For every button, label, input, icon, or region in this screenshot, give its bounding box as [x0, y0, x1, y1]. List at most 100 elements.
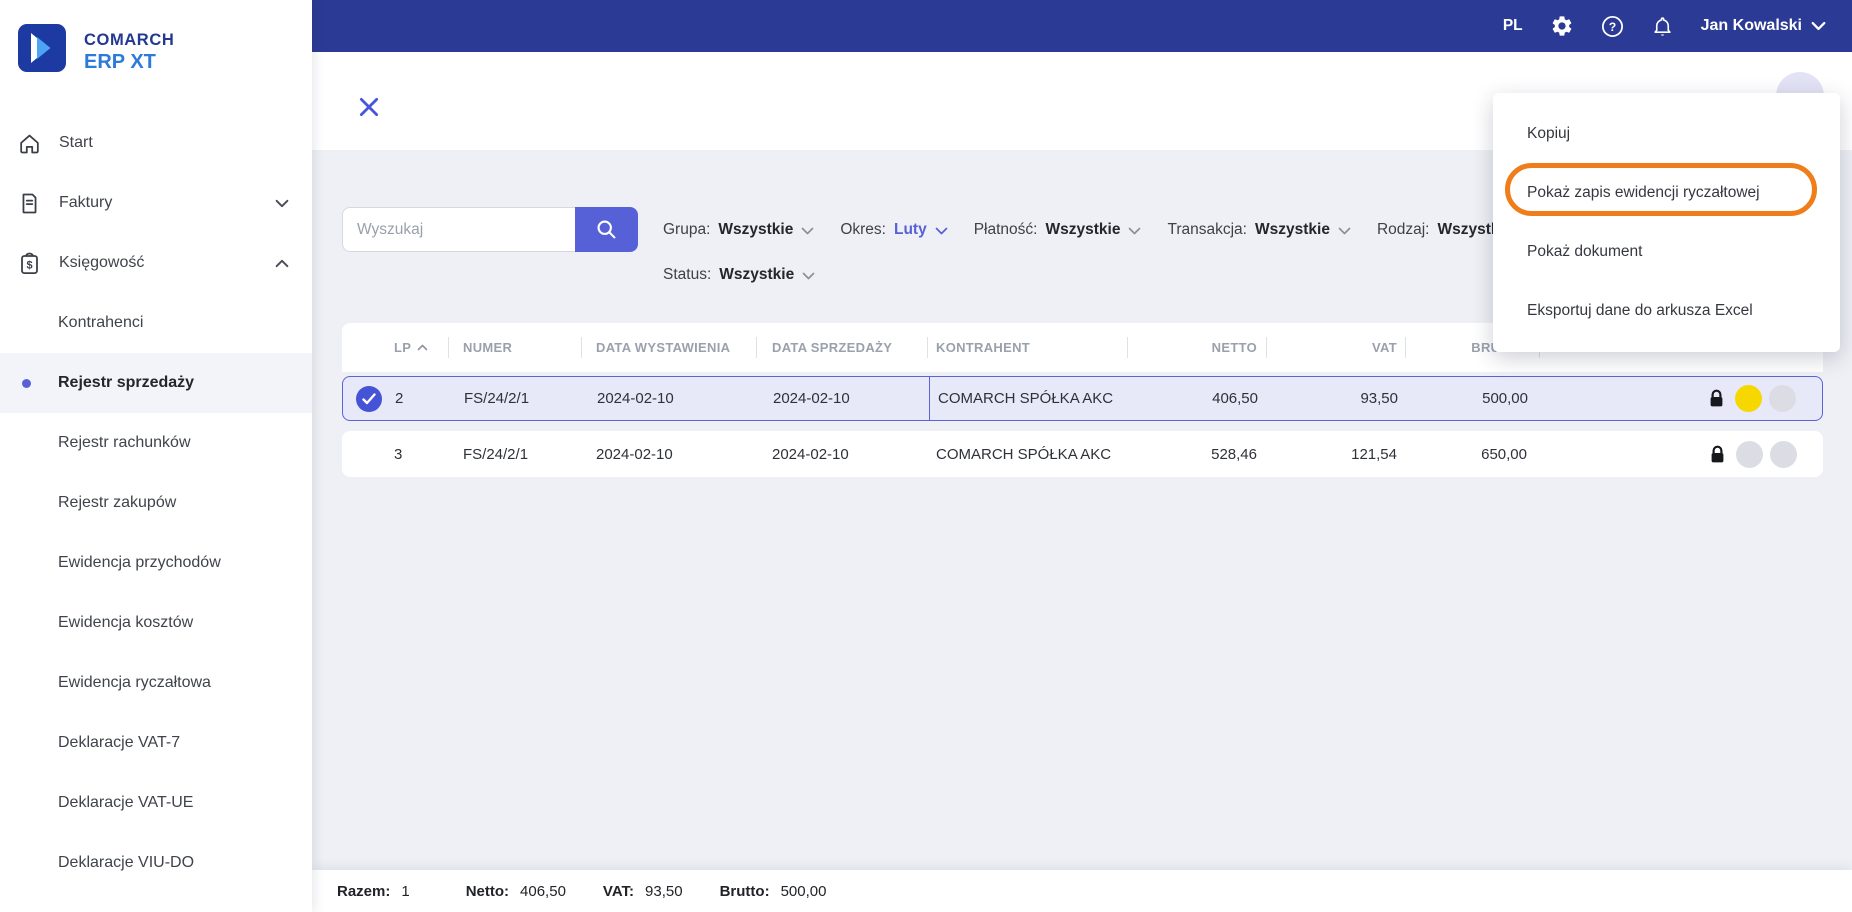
filter-label: Płatność:	[973, 220, 1038, 238]
language-button[interactable]: PL	[1503, 17, 1523, 35]
table-row[interactable]: 2 FS/24/2/1 2024-02-10 2024-02-10 COMARC…	[342, 376, 1823, 421]
status-dot-gray	[1770, 440, 1797, 468]
cell-data-wystawienia: 2024-02-10	[597, 390, 674, 407]
svg-text:?: ?	[1608, 19, 1615, 33]
filter-row: Grupa: Wszystkie Okres: Luty Płatność: W…	[663, 207, 1512, 252]
sidebar-item-ksiegowosc[interactable]: $ Księgowość	[0, 233, 312, 293]
sidebar-item-start[interactable]: Start	[0, 113, 312, 173]
user-menu[interactable]: Jan Kowalski	[1701, 17, 1826, 35]
comarch-logo-icon[interactable]	[18, 24, 66, 72]
menu-item-pokaz-zapis-ewidencji[interactable]: Pokaż zapis ewidencji ryczałtowej	[1493, 163, 1840, 222]
home-icon	[16, 130, 42, 156]
search-bar	[342, 207, 638, 252]
sidebar-item-ewidencja-przychodow[interactable]: Ewidencja przychodów	[0, 533, 312, 593]
notifications-bell-icon[interactable]	[1651, 15, 1674, 38]
netto-label: Netto:	[465, 882, 510, 900]
filter-value: Luty	[894, 220, 927, 238]
search-icon	[595, 218, 618, 241]
cell-data-wystawienia: 2024-02-10	[596, 445, 673, 463]
chevron-down-icon	[801, 227, 814, 235]
header-kontrahent[interactable]: KONTRAHENT	[928, 323, 1128, 372]
filter-label: Grupa:	[663, 220, 711, 238]
filter-transakcja[interactable]: Transakcja: Wszystkie	[1167, 221, 1351, 239]
cell-data-sprzedazy: 2024-02-10	[772, 445, 849, 463]
sidebar-nav: Start Faktury $ Księgowość Kontrahenci R…	[0, 113, 312, 893]
filter-value: Wszystkie	[719, 266, 795, 283]
chevron-up-icon	[275, 259, 289, 268]
settings-icon[interactable]	[1550, 14, 1574, 38]
vat-value: 93,50	[645, 882, 683, 900]
menu-item-eksportuj-excel[interactable]: Eksportuj dane do arkusza Excel	[1493, 281, 1840, 340]
sidebar-item-ewidencja-ryczaltowa[interactable]: Ewidencja ryczałtowa	[0, 653, 312, 713]
cell-netto: 528,46	[1211, 445, 1257, 463]
sidebar-item-label: Ewidencja ryczałtowa	[58, 674, 211, 691]
sidebar-item-label: Deklaracje VIU-DO	[58, 854, 195, 871]
header-numer[interactable]: NUMER	[449, 323, 582, 372]
cell-numer: FS/24/2/1	[463, 445, 529, 463]
status-dot-gray	[1736, 440, 1763, 468]
sidebar-item-label: Faktury	[59, 194, 113, 211]
sidebar-item-deklaracje-viudo[interactable]: Deklaracje VIU-DO	[0, 833, 312, 893]
cell-lp: 3	[394, 445, 403, 463]
cell-data-sprzedazy: 2024-02-10	[773, 390, 850, 407]
context-menu: Kopiuj Pokaż zapis ewidencji ryczałtowej…	[1493, 93, 1840, 352]
filter-value: Wszystkie	[718, 220, 794, 238]
chevron-down-icon	[1128, 227, 1141, 235]
filter-platnosc[interactable]: Płatność: Wszystkie	[974, 221, 1142, 239]
sidebar-item-faktury[interactable]: Faktury	[0, 173, 312, 233]
chevron-down-icon	[1338, 227, 1351, 235]
cell-vat: 121,54	[1351, 445, 1397, 463]
cell-kontrahent: COMARCH SPÓŁKA AKC	[929, 377, 1129, 420]
cell-lp: 2	[395, 390, 404, 407]
sidebar-item-label: Rejestr sprzedaży	[58, 374, 195, 391]
search-input[interactable]	[342, 207, 575, 252]
razem-value: 1	[401, 882, 410, 900]
row-checkbox-checked[interactable]	[356, 385, 382, 412]
summary-footer: Razem: 1 Netto: 406,50 VAT: 93,50 Brutto…	[312, 870, 1852, 912]
netto-value: 406,50	[520, 882, 566, 900]
sidebar-item-label: Ewidencja kosztów	[58, 614, 194, 631]
header-netto[interactable]: NETTO	[1128, 323, 1267, 372]
header-data-wystawienia[interactable]: DATA WYSTAWIENIA	[582, 323, 757, 372]
close-icon[interactable]	[357, 95, 383, 121]
sidebar-item-rejestr-zakupow[interactable]: Rejestr zakupów	[0, 473, 312, 533]
filter-label: Rodzaj:	[1376, 220, 1430, 238]
sidebar-item-kontrahenci[interactable]: Kontrahenci	[0, 293, 312, 353]
filter-status[interactable]: Status: Wszystkie	[663, 266, 815, 284]
filter-grupa[interactable]: Grupa: Wszystkie	[663, 221, 814, 239]
sidebar-item-rejestr-sprzedazy[interactable]: Rejestr sprzedaży	[0, 353, 312, 413]
filter-label: Transakcja:	[1167, 220, 1247, 238]
header-label: LP	[394, 340, 412, 355]
sidebar-item-ewidencja-kosztow[interactable]: Ewidencja kosztów	[0, 593, 312, 653]
header-vat[interactable]: VAT	[1267, 323, 1406, 372]
sidebar-item-deklaracje-vat7[interactable]: Deklaracje VAT-7	[0, 713, 312, 773]
lock-icon	[1709, 445, 1726, 464]
filter-label: Status:	[663, 266, 712, 283]
table-row[interactable]: 3 FS/24/2/1 2024-02-10 2024-02-10 COMARC…	[342, 431, 1823, 477]
chevron-down-icon	[935, 227, 948, 235]
search-button[interactable]	[575, 207, 638, 252]
cell-vat: 93,50	[1360, 390, 1398, 407]
cell-numer: FS/24/2/1	[464, 390, 530, 407]
header-lp[interactable]: LP	[394, 323, 449, 372]
menu-item-pokaz-dokument[interactable]: Pokaż dokument	[1493, 222, 1840, 281]
svg-text:$: $	[26, 259, 32, 271]
menu-item-kopiuj[interactable]: Kopiuj	[1493, 104, 1840, 163]
brutto-label: Brutto:	[719, 882, 770, 900]
chevron-down-icon	[802, 272, 815, 280]
header-data-sprzedazy[interactable]: DATA SPRZEDAŻY	[757, 323, 928, 372]
chevron-down-icon	[1811, 21, 1826, 31]
active-dot	[22, 379, 31, 388]
sidebar-item-label: Deklaracje VAT-UE	[58, 794, 194, 811]
help-icon[interactable]: ?	[1601, 15, 1624, 38]
topbar: PL ? Jan Kowalski	[312, 0, 1852, 52]
sidebar-item-rejestr-rachunkow[interactable]: Rejestr rachunków	[0, 413, 312, 473]
status-dot-gray	[1769, 385, 1796, 412]
filter-value: Wszystkie	[1254, 220, 1330, 238]
sidebar-item-label: Kontrahenci	[58, 314, 144, 331]
filter-okres[interactable]: Okres: Luty	[840, 220, 948, 239]
brand-text: COMARCH ERP XT	[84, 31, 174, 74]
sort-ascending-icon	[417, 344, 428, 351]
sidebar-item-deklaracje-vatue[interactable]: Deklaracje VAT-UE	[0, 773, 312, 833]
user-name: Jan Kowalski	[1700, 17, 1802, 34]
